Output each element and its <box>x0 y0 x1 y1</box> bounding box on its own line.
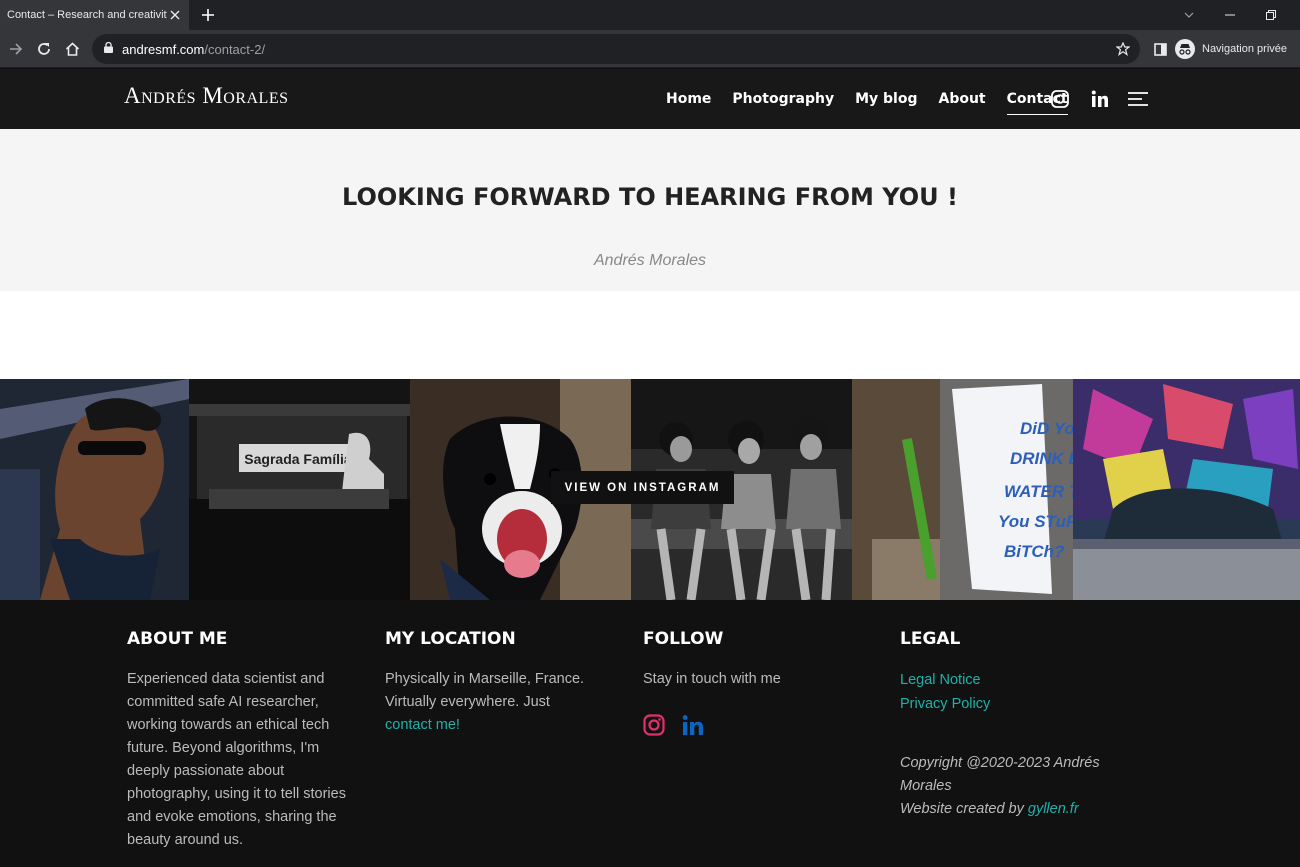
main-navigation: Home Photography My blog About Contact <box>666 91 1089 115</box>
site-logo[interactable]: Andrés Morales <box>124 83 289 109</box>
site-header: Andrés Morales Home Photography My blog … <box>0 69 1300 129</box>
legal-links: Legal Notice Privacy Policy <box>900 668 1140 716</box>
profile-label: Navigation privée <box>1202 43 1287 55</box>
site-footer: ABOUT ME Experienced data scientist and … <box>0 600 1300 867</box>
page-hero: LOOKING FORWARD TO HEARING FROM YOU ! An… <box>0 129 1300 291</box>
instagram-photo[interactable] <box>1073 379 1300 600</box>
footer-location: MY LOCATION Physically in Marseille, Fra… <box>385 629 600 737</box>
view-on-instagram-button[interactable]: VIEW ON INSTAGRAM <box>551 471 734 504</box>
footer-follow: FOLLOW Stay in touch with me <box>643 629 858 741</box>
instagram-photo[interactable]: Sagrada Família <box>189 379 410 600</box>
copyright-text: Copyright @2020-2023 Andrés Morales Webs… <box>900 755 1100 817</box>
url-text: andresmf.com/contact-2/ <box>122 41 266 57</box>
menu-icon[interactable] <box>1127 89 1149 109</box>
instagram-icon[interactable] <box>1050 89 1070 109</box>
credit-link[interactable]: gyllen.fr <box>1028 801 1079 817</box>
contact-me-link[interactable]: contact me! <box>385 717 460 733</box>
legal-notice-link[interactable]: Legal Notice <box>900 668 1140 692</box>
close-icon[interactable] <box>167 7 183 23</box>
footer-legal-heading: LEGAL <box>900 629 961 649</box>
tab-title: Contact – Research and creativity <box>7 9 167 21</box>
forward-icon[interactable] <box>6 39 26 59</box>
minimize-icon[interactable] <box>1220 5 1240 25</box>
footer-legal: LEGAL Legal Notice Privacy Policy Copyri… <box>900 629 1140 821</box>
footer-follow-heading: FOLLOW <box>643 629 724 649</box>
linkedin-icon[interactable] <box>1090 89 1110 109</box>
tab-search-icon[interactable] <box>1179 5 1199 25</box>
incognito-icon <box>1175 39 1195 59</box>
side-panel-icon[interactable] <box>1150 39 1170 59</box>
footer-about: ABOUT ME Experienced data scientist and … <box>127 629 352 852</box>
new-tab-icon[interactable] <box>198 5 218 25</box>
bookmark-star-icon[interactable] <box>1114 40 1132 58</box>
address-bar[interactable]: andresmf.com/contact-2/ <box>92 34 1140 64</box>
nav-photography[interactable]: Photography <box>732 91 834 107</box>
nav-about[interactable]: About <box>938 91 985 107</box>
browser-tabbar: Contact – Research and creativity <box>0 0 1300 30</box>
reload-icon[interactable] <box>34 39 54 59</box>
footer-about-text: Experienced data scientist and committed… <box>127 671 346 848</box>
page-title: LOOKING FORWARD TO HEARING FROM YOU ! <box>342 183 958 211</box>
content-spacer <box>0 291 1300 379</box>
nav-my-blog[interactable]: My blog <box>855 91 917 107</box>
footer-location-text: Physically in Marseille, France. Virtual… <box>385 671 585 733</box>
photo-sign-text: Sagrada Família <box>244 451 352 467</box>
footer-social-links <box>643 714 858 741</box>
profile-button[interactable]: Navigation privée <box>1175 35 1287 63</box>
footer-follow-text: Stay in touch with me <box>643 671 781 687</box>
linkedin-icon[interactable] <box>682 714 704 741</box>
home-icon[interactable] <box>62 39 82 59</box>
privacy-policy-link[interactable]: Privacy Policy <box>900 692 1140 716</box>
instagram-photo[interactable] <box>0 379 189 600</box>
instagram-photo[interactable]: DiD Yo DRINK ENO WATER TODA You STuPiD B… <box>852 379 1073 600</box>
page-author: Andrés Morales <box>593 252 707 269</box>
nav-home[interactable]: Home <box>666 91 711 107</box>
browser-tab[interactable]: Contact – Research and creativity <box>0 0 189 30</box>
browser-toolbar: andresmf.com/contact-2/ Navigation privé… <box>0 30 1300 68</box>
restore-icon[interactable] <box>1261 5 1281 25</box>
footer-location-heading: MY LOCATION <box>385 629 516 649</box>
lock-icon <box>104 40 113 58</box>
footer-about-heading: ABOUT ME <box>127 629 228 649</box>
instagram-icon[interactable] <box>643 714 665 741</box>
